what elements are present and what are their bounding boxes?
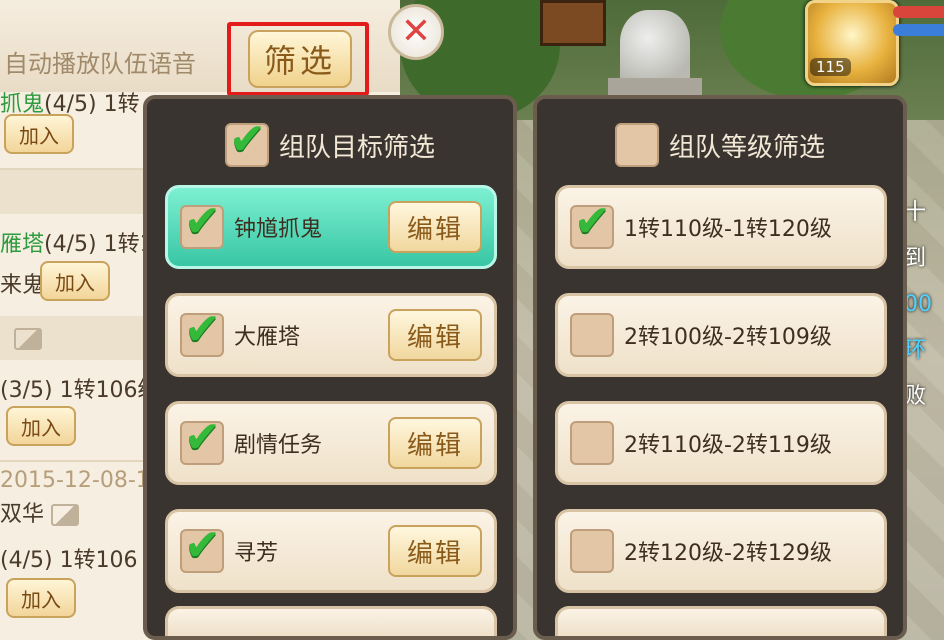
check-icon: ✔ [184,412,221,463]
mp-bar [893,24,944,36]
row-divider [0,460,160,462]
team-leader: 双华 [0,496,160,528]
target-filter-select-all-checkbox[interactable]: ✔ [224,115,269,167]
close-button[interactable]: ✕ [388,4,444,60]
target-filter-title: 组队目标筛选 [278,132,435,163]
side-notice: 十 到 00环 败 [904,190,944,420]
row-spacer [0,170,160,214]
check-icon: ✔ [184,304,221,355]
side-text-1: 十 [904,200,927,225]
row-spacer [0,316,160,360]
level-item[interactable]: 2转100级-2转109级 [555,293,887,377]
target-item-label: 大雁塔 [234,325,301,350]
level-item[interactable]: 2转110级-2转119级 [555,401,887,485]
team-info: (3/5) 1转106级~2转125级 [0,378,160,403]
level-filter-panel: 组队等级筛选 ✔ 1转110级-1转120级 2转100级-2转109级 2转1… [533,95,907,640]
level-item[interactable]: 2转120级-2转129级 [555,509,887,593]
close-icon: ✕ [400,11,432,52]
team-leader-name: 双华 [0,502,45,527]
team-row: 雁塔(4/5) 1转1 [0,226,160,258]
target-item-checkbox[interactable]: ✔ [180,305,224,357]
team-row: (3/5) 1转106级~2转125级 [0,372,160,404]
level-filter-header: 组队等级筛选 [537,121,903,169]
sign-board [540,0,606,46]
edit-button[interactable]: 编辑 [388,201,482,253]
level-item-label: 1转110级-1转120级 [624,217,832,242]
level-item-checkbox[interactable] [570,529,614,573]
target-item-label: 剧情任务 [234,433,323,458]
edit-button[interactable]: 编辑 [388,417,482,469]
level-item[interactable]: ✔ 1转110级-1转120级 [555,185,887,269]
check-icon: ✔ [228,114,266,165]
image-icon [14,328,42,350]
team-target: 雁塔 [0,232,45,257]
auto-voice-label: 自动播放队伍语音 [4,50,196,78]
check-icon: ✔ [574,196,611,247]
target-item-label: 寻芳 [234,541,279,566]
target-item-story[interactable]: ✔ 剧情任务 编辑 [165,401,497,485]
target-filter-header: ✔ 组队目标筛选 [147,115,513,169]
target-filter-panel: ✔ 组队目标筛选 ✔ 钟馗抓鬼 编辑 ✔ 大雁塔 编辑 ✔ 剧情任务 编辑 ✔ … [143,95,517,640]
target-item-checkbox[interactable]: ✔ [180,413,224,465]
level-item-checkbox[interactable] [570,313,614,357]
side-text-4: 败 [904,384,927,409]
team-leader: 来鬼 [0,273,40,298]
join-button[interactable]: 加入 [6,578,76,618]
player-level: 115 [810,58,851,76]
join-button[interactable]: 加入 [40,261,110,301]
level-item-checkbox[interactable]: ✔ [570,197,614,249]
team-info: (4/5) 1转1 [44,232,154,257]
team-info: (4/5) 1转106 [0,548,138,573]
level-item-checkbox[interactable] [570,421,614,465]
edit-button[interactable]: 编辑 [388,309,482,361]
hp-bar [893,6,944,18]
level-item-partial [555,606,887,636]
join-button[interactable]: 加入 [4,114,74,154]
level-filter-select-all-checkbox[interactable] [614,123,659,167]
target-item-dayanta[interactable]: ✔ 大雁塔 编辑 [165,293,497,377]
team-row: (4/5) 1转106 [0,542,160,574]
join-button[interactable]: 加入 [6,406,76,446]
level-item-label: 2转100级-2转109级 [624,325,832,350]
target-item-partial [165,606,497,636]
target-item-checkbox[interactable]: ✔ [180,521,224,573]
check-icon: ✔ [184,520,221,571]
check-icon: ✔ [184,196,221,247]
target-item-xunfang[interactable]: ✔ 寻芳 编辑 [165,509,497,593]
side-text-2: 到 [904,246,927,271]
image-icon [51,504,80,526]
highlight-box [227,22,369,96]
target-item-checkbox[interactable]: ✔ [180,197,224,249]
target-item-zhongkui[interactable]: ✔ 钟馗抓鬼 编辑 [165,185,497,269]
target-item-label: 钟馗抓鬼 [234,217,323,242]
level-filter-title: 组队等级筛选 [668,132,825,163]
level-item-label: 2转120级-2转129级 [624,541,832,566]
side-text-3: 00环 [904,292,932,363]
level-item-label: 2转110级-2转119级 [624,433,832,458]
team-timestamp: 2015-12-08-18: [0,468,160,493]
edit-button[interactable]: 编辑 [388,525,482,577]
